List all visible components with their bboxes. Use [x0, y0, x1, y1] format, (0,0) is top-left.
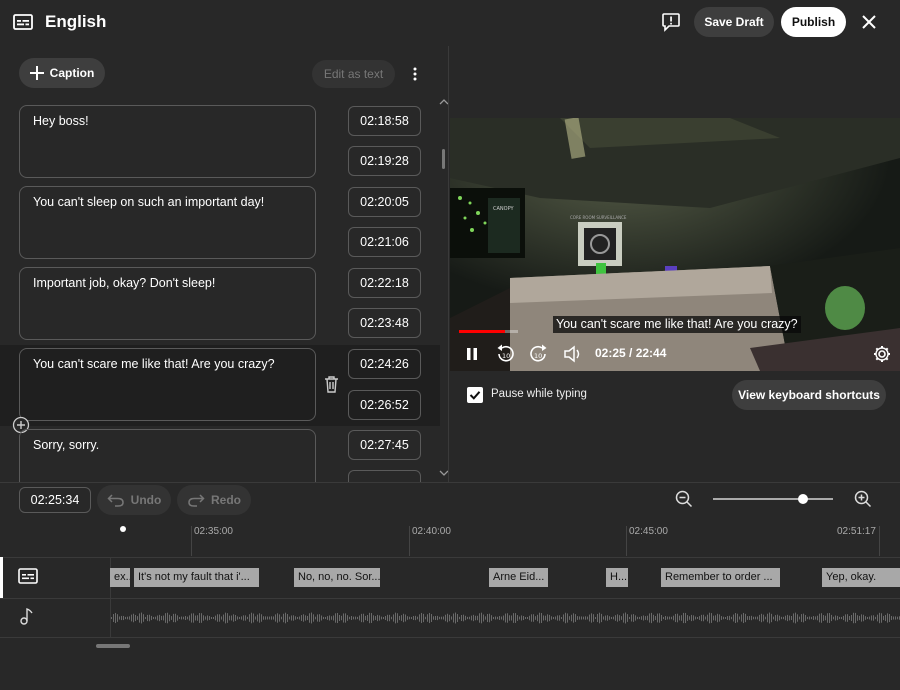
undo-icon — [107, 494, 124, 507]
tick-line — [626, 526, 627, 556]
settings-gear-icon[interactable] — [873, 345, 891, 363]
scroll-down-icon[interactable] — [439, 469, 449, 477]
subtitle-overlay: You can't scare me like that! Are you cr… — [553, 316, 801, 333]
zoom-in-icon[interactable] — [854, 490, 872, 508]
caption-segment[interactable]: Yep, okay. — [822, 568, 900, 587]
caption-end-time[interactable] — [348, 470, 421, 482]
divider — [0, 482, 900, 483]
audio-track-icon[interactable] — [19, 607, 35, 625]
tick-label: 02:45:00 — [629, 526, 668, 537]
caption-segment[interactable]: Arne Eid... — [489, 568, 548, 587]
close-icon[interactable] — [862, 15, 876, 29]
tick-label: 02:35:00 — [194, 526, 233, 537]
sign-text: CORE ROOM SURVEILLANCE — [570, 215, 627, 220]
video-frame: CANOPY CORE ROOM SURVEILLANCE — [450, 118, 900, 371]
save-draft-button[interactable]: Save Draft — [694, 7, 774, 37]
plus-icon — [29, 66, 44, 80]
subtitles-icon — [13, 14, 33, 30]
caption-start-time[interactable]: 02:24:26 — [348, 349, 421, 379]
tick-line — [191, 526, 192, 556]
caption-segment[interactable]: Remember to order ... — [661, 568, 780, 587]
tick-line — [879, 526, 880, 556]
svg-text:10: 10 — [502, 352, 510, 360]
time-display: 02:25 / 22:44 — [595, 346, 667, 360]
caption-start-time[interactable]: 02:20:05 — [348, 187, 421, 217]
tick-label: 02:51:17 — [837, 526, 876, 537]
caption-list-panel: Caption Edit as text Hey boss! 02:18:58 … — [0, 46, 449, 482]
pause-while-typing-checkbox[interactable] — [467, 387, 483, 403]
caption-text-field[interactable]: You can't scare me like that! Are you cr… — [19, 348, 316, 421]
feedback-icon[interactable] — [661, 12, 681, 32]
add-caption-label: Caption — [49, 66, 95, 80]
undo-label: Undo — [130, 493, 162, 507]
caption-text-field[interactable]: Hey boss! — [19, 105, 316, 178]
divider — [0, 637, 900, 638]
delete-icon[interactable] — [324, 376, 339, 393]
subtitles-track-icon[interactable] — [18, 568, 38, 584]
tick-line — [409, 526, 410, 556]
caption-end-time[interactable]: 02:26:52 — [348, 390, 421, 420]
checkmark-icon — [469, 391, 481, 400]
redo-icon — [188, 494, 205, 507]
scroll-up-icon[interactable] — [439, 98, 449, 106]
divider — [0, 557, 900, 558]
caption-end-time[interactable]: 02:23:48 — [348, 308, 421, 338]
caption-segment[interactable]: No, no, no. Sor... — [294, 568, 380, 587]
timeline-scrollbar[interactable] — [96, 644, 130, 648]
redo-button[interactable]: Redo — [177, 485, 251, 515]
video-player[interactable]: CANOPY CORE ROOM SURVEILLANCE — [450, 118, 900, 371]
divider — [0, 598, 900, 599]
page-title: English — [45, 12, 107, 31]
caption-text-field[interactable]: You can't sleep on such an important day… — [19, 186, 316, 259]
current-time-field[interactable]: 02:25:34 — [19, 487, 91, 513]
caption-segment[interactable]: H... — [606, 568, 628, 587]
zoom-slider-handle[interactable] — [798, 494, 808, 504]
active-track-indicator — [0, 557, 3, 598]
publish-button[interactable]: Publish — [781, 7, 846, 37]
caption-segment[interactable]: ex... — [110, 568, 130, 587]
caption-text-field[interactable]: Sorry, sorry. — [19, 429, 316, 482]
svg-text:10: 10 — [534, 352, 542, 360]
undo-button[interactable]: Undo — [97, 485, 171, 515]
scrollbar-thumb[interactable] — [442, 149, 445, 169]
caption-end-time[interactable]: 02:19:28 — [348, 146, 421, 176]
edit-as-text-button[interactable]: Edit as text — [312, 60, 395, 88]
caption-text-field[interactable]: Important job, okay? Don't sleep! — [19, 267, 316, 340]
zoom-out-icon[interactable] — [675, 490, 693, 508]
caption-start-time[interactable]: 02:18:58 — [348, 106, 421, 136]
volume-icon[interactable] — [563, 345, 583, 363]
caption-start-time[interactable]: 02:27:45 — [348, 430, 421, 460]
caption-segment[interactable]: It's not my fault that i'... — [134, 568, 259, 587]
progress-fill — [459, 330, 506, 333]
pause-icon[interactable] — [465, 347, 479, 361]
pause-while-typing-label: Pause while typing — [491, 388, 587, 400]
rewind-10-icon[interactable]: 10 — [496, 344, 516, 364]
audio-waveform[interactable] — [111, 600, 900, 636]
playhead[interactable] — [120, 526, 126, 532]
add-caption-button[interactable]: Caption — [19, 58, 105, 88]
view-keyboard-shortcuts-button[interactable]: View keyboard shortcuts — [732, 380, 886, 410]
tick-label: 02:40:00 — [412, 526, 451, 537]
monitor-text: CANOPY — [493, 206, 514, 212]
forward-10-icon[interactable]: 10 — [528, 344, 548, 364]
redo-label: Redo — [211, 493, 241, 507]
zoom-slider[interactable] — [713, 498, 833, 500]
more-options-icon[interactable] — [412, 67, 418, 81]
caption-end-time[interactable]: 02:21:06 — [348, 227, 421, 257]
caption-start-time[interactable]: 02:22:18 — [348, 268, 421, 298]
